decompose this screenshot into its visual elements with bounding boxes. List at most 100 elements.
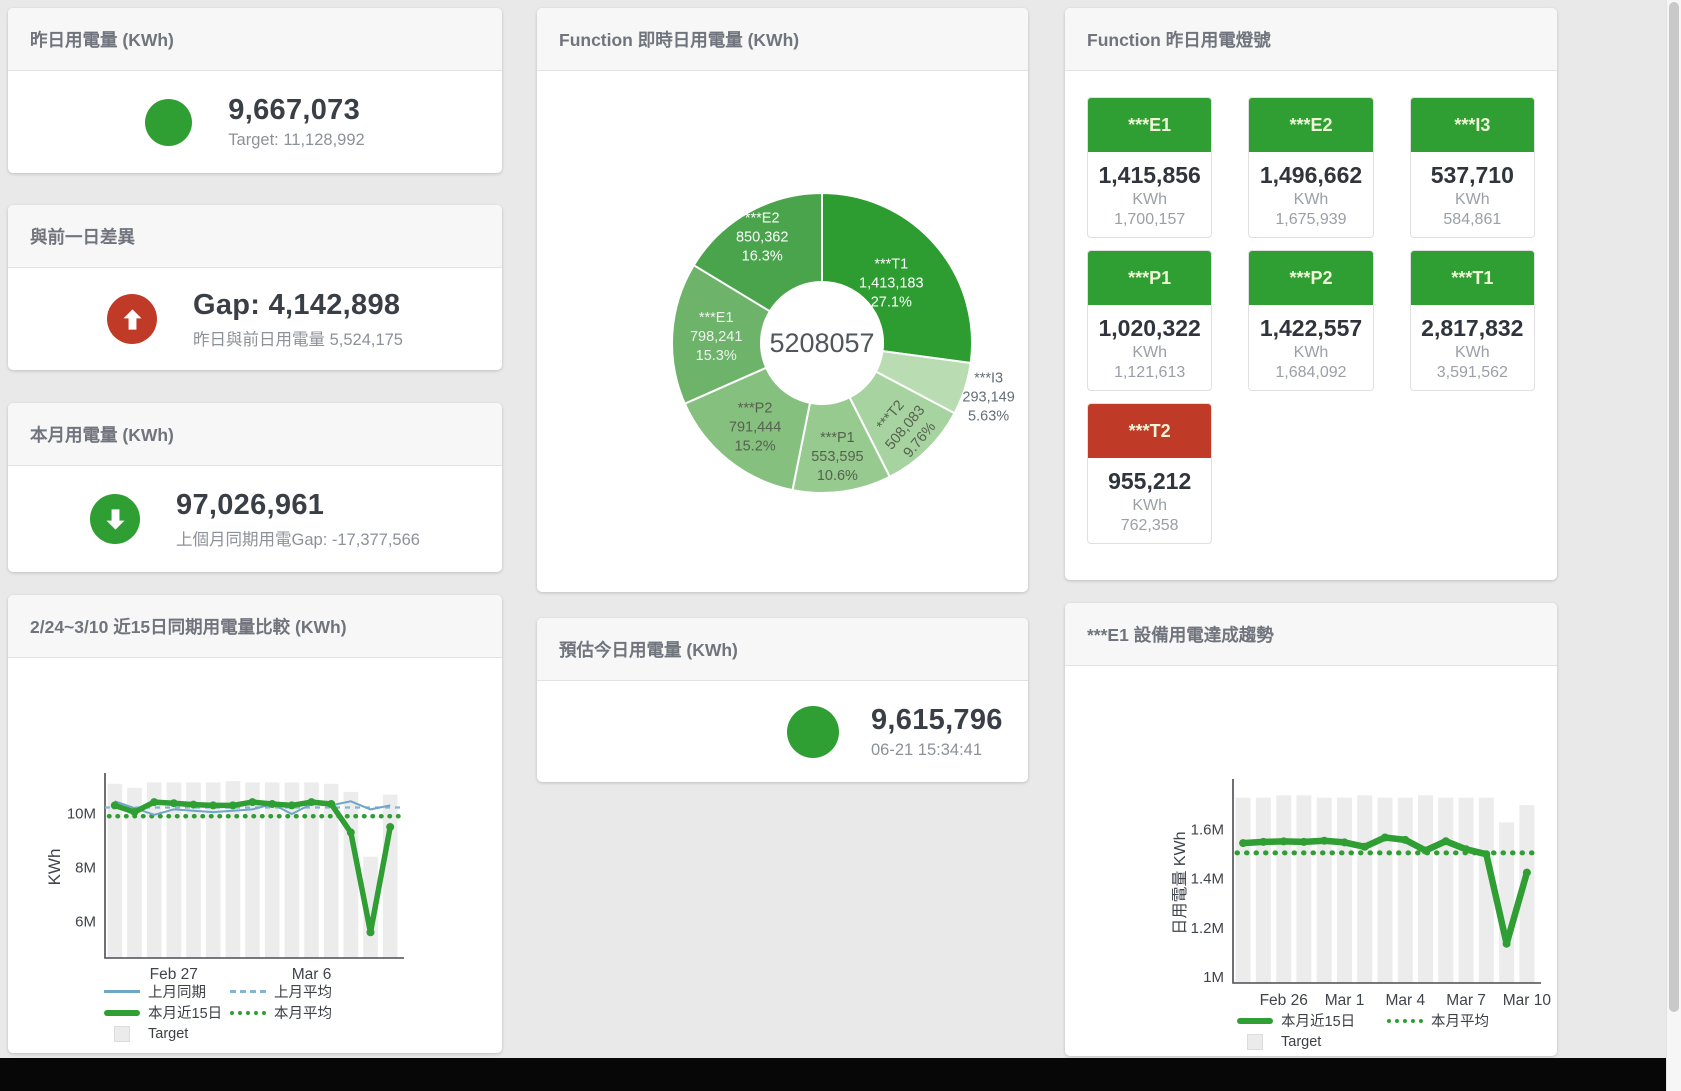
tile-target-value: 3,591,562 (1437, 364, 1508, 382)
legend-label: 上月平均 (274, 981, 332, 1002)
card-status-board: Function 昨日用電燈號 ***E1 1,415,856 KWh 1,700,1… (1065, 8, 1557, 580)
arrow-up-circle-icon (107, 294, 157, 344)
tile-status-header: ***T1 (1411, 251, 1534, 305)
dashboard-page: 昨日用電量 (KWh) 9,667,073 Target: 11,128,992… (0, 0, 1681, 1091)
tile-target-value: 1,700,157 (1114, 211, 1185, 229)
svg-text:Mar 7: Mar 7 (1446, 992, 1486, 1009)
legend-dotted-icon (1387, 1019, 1423, 1023)
card-estimate-today: 預估今日用電量 (KWh) 9,615,796 06-21 15:34:41 (537, 618, 1028, 782)
legend-label: Target (1281, 1034, 1321, 1050)
tile-unit: KWh (1294, 191, 1329, 209)
tile-target-value: 584,861 (1443, 211, 1501, 229)
legend-bar-icon (104, 1026, 140, 1042)
tile-unit: KWh (1455, 344, 1490, 362)
legend-item[interactable]: 本月平均 (230, 1002, 332, 1023)
status-tile: ***I3537,710KWh584,861 (1410, 97, 1535, 238)
legend-bar-icon (1237, 1034, 1273, 1050)
realtime-donut-chart: ***T11,413,18327.1%***I3293,1495.63%***T… (537, 8, 1028, 592)
tile-unit: KWh (1132, 344, 1167, 362)
stat-subtitle: 上個月同期用電Gap: -17,377,566 (176, 526, 420, 550)
stat-value: 9,615,796 (871, 704, 1003, 737)
legend-row: 上月同期 上月平均 (104, 981, 332, 1002)
legend-item[interactable]: Target (1237, 1034, 1321, 1050)
stat-subtitle: Target: 11,128,992 (228, 131, 364, 150)
legend-thick-icon (104, 1010, 140, 1016)
legend-item[interactable]: 本月近15日 (104, 1002, 230, 1023)
status-tile: ***P2 1,422,557 KWh 1,684,092 (1248, 250, 1373, 391)
legend-label: Target (148, 1026, 188, 1042)
vertical-scrollbar[interactable] (1666, 0, 1681, 1091)
status-ok-circle-icon (787, 706, 839, 758)
window-bottom-edge (0, 1058, 1681, 1091)
svg-text:5208057: 5208057 (769, 328, 874, 358)
tile-status-header: ***P1 (1088, 251, 1211, 305)
svg-text:1.6M: 1.6M (1191, 822, 1224, 839)
svg-text:***I3293,1495.63%: ***I3293,1495.63% (962, 371, 1014, 425)
stat-timestamp: 06-21 15:34:41 (871, 741, 1003, 760)
tile-body: 537,710 KWh 584,861 (1411, 152, 1534, 237)
card-title: 與前一日差異 (8, 205, 502, 268)
svg-text:日用電量 KWh: 日用電量 KWh (1172, 831, 1189, 934)
tile-value: 537,710 (1431, 162, 1514, 189)
card-month-usage: 本月用電量 (KWh) 97,026,961 上個月同期用電Gap: -17,3… (8, 403, 502, 572)
card-prev-day-gap: 與前一日差異 Gap: 4,142,898 昨日與前日用電量 5,524,175 (8, 205, 502, 370)
scrollbar-thumb[interactable] (1669, 2, 1679, 1012)
tile-unit: KWh (1455, 191, 1490, 209)
card-realtime-donut: Function 即時日用電量 (KWh) ***T11,413,18327.1… (537, 8, 1028, 592)
tile-unit: KWh (1294, 344, 1329, 362)
stat-value: 9,667,073 (228, 94, 364, 127)
svg-text:1M: 1M (1203, 969, 1224, 986)
tile-body: 2,817,832KWh3,591,562 (1411, 305, 1534, 390)
tile-unit: KWh (1132, 497, 1167, 515)
card-title: 本月用電量 (KWh) (8, 403, 502, 466)
status-ok-circle-icon (145, 99, 192, 146)
stat-row: 97,026,961 上個月同期用電Gap: -17,377,566 (8, 466, 502, 572)
tile-value: 1,422,557 (1260, 315, 1362, 342)
legend-label: 本月近15日 (148, 1002, 222, 1023)
card-title: Function 昨日用電燈號 (1065, 8, 1557, 71)
arrow-down-circle-icon (90, 494, 140, 544)
svg-text:KWh: KWh (45, 849, 64, 886)
tile-target-value: 1,675,939 (1275, 211, 1346, 229)
tile-body: 1,422,557 KWh 1,684,092 (1249, 305, 1372, 390)
legend-label: 本月近15日 (1281, 1010, 1355, 1031)
legend-item[interactable]: 上月平均 (230, 981, 332, 1002)
legend-row: 本月近15日 本月平均 (1237, 1010, 1489, 1031)
legend-row: 本月近15日 本月平均 (104, 1002, 332, 1023)
stat-value: Gap: 4,142,898 (193, 289, 403, 322)
tile-status-header: ***P2 (1249, 251, 1372, 305)
tile-status-header: ***E1 (1088, 98, 1211, 152)
tile-target-value: 1,684,092 (1275, 364, 1346, 382)
status-tile: ***P11,020,322KWh1,121,613 (1087, 250, 1212, 391)
legend-item[interactable]: 本月平均 (1387, 1010, 1489, 1031)
tile-body: 955,212KWh762,358 (1088, 458, 1211, 543)
legend-row: Target (104, 1023, 332, 1044)
svg-text:Mar 10: Mar 10 (1503, 992, 1552, 1009)
legend-item[interactable]: 本月近15日 (1237, 1010, 1387, 1031)
tile-value: 1,020,322 (1099, 315, 1201, 342)
card-yesterday-usage: 昨日用電量 (KWh) 9,667,073 Target: 11,128,992 (8, 8, 502, 173)
svg-text:10M: 10M (67, 806, 96, 823)
status-tile: ***E21,496,662KWh1,675,939 (1248, 97, 1373, 238)
tile-value: 1,415,856 (1099, 162, 1201, 189)
tile-status-header: ***T2 (1088, 404, 1211, 458)
status-tile: ***T2955,212KWh762,358 (1087, 403, 1212, 544)
legend-dashed-icon (230, 990, 266, 993)
card-title: 預估今日用電量 (KWh) (537, 618, 1028, 681)
legend-label: 上月同期 (148, 981, 206, 1002)
tile-status-header: ***E2 (1249, 98, 1372, 152)
chart-legend: 上月同期 上月平均本月近15日 本月平均 Target (104, 981, 332, 1044)
card-compare-chart: 2/24~3/10 近15日同期用電量比較 (KWh) 6M8M10MKWhFe… (8, 595, 502, 1053)
svg-text:1.4M: 1.4M (1191, 871, 1224, 888)
svg-text:1.2M: 1.2M (1191, 920, 1224, 937)
legend-item[interactable]: Target (104, 1026, 188, 1042)
tile-body: 1,415,856 KWh 1,700,157 (1088, 152, 1211, 237)
svg-text:Feb 26: Feb 26 (1260, 992, 1308, 1009)
chart-legend: 本月近15日 本月平均 Target (1237, 1010, 1489, 1052)
legend-line-icon (104, 990, 140, 993)
stat-row: 9,667,073 Target: 11,128,992 (8, 71, 502, 173)
svg-text:8M: 8M (75, 860, 96, 877)
legend-label: 本月平均 (274, 1002, 332, 1023)
legend-item[interactable]: 上月同期 (104, 981, 230, 1002)
tile-unit: KWh (1132, 191, 1167, 209)
